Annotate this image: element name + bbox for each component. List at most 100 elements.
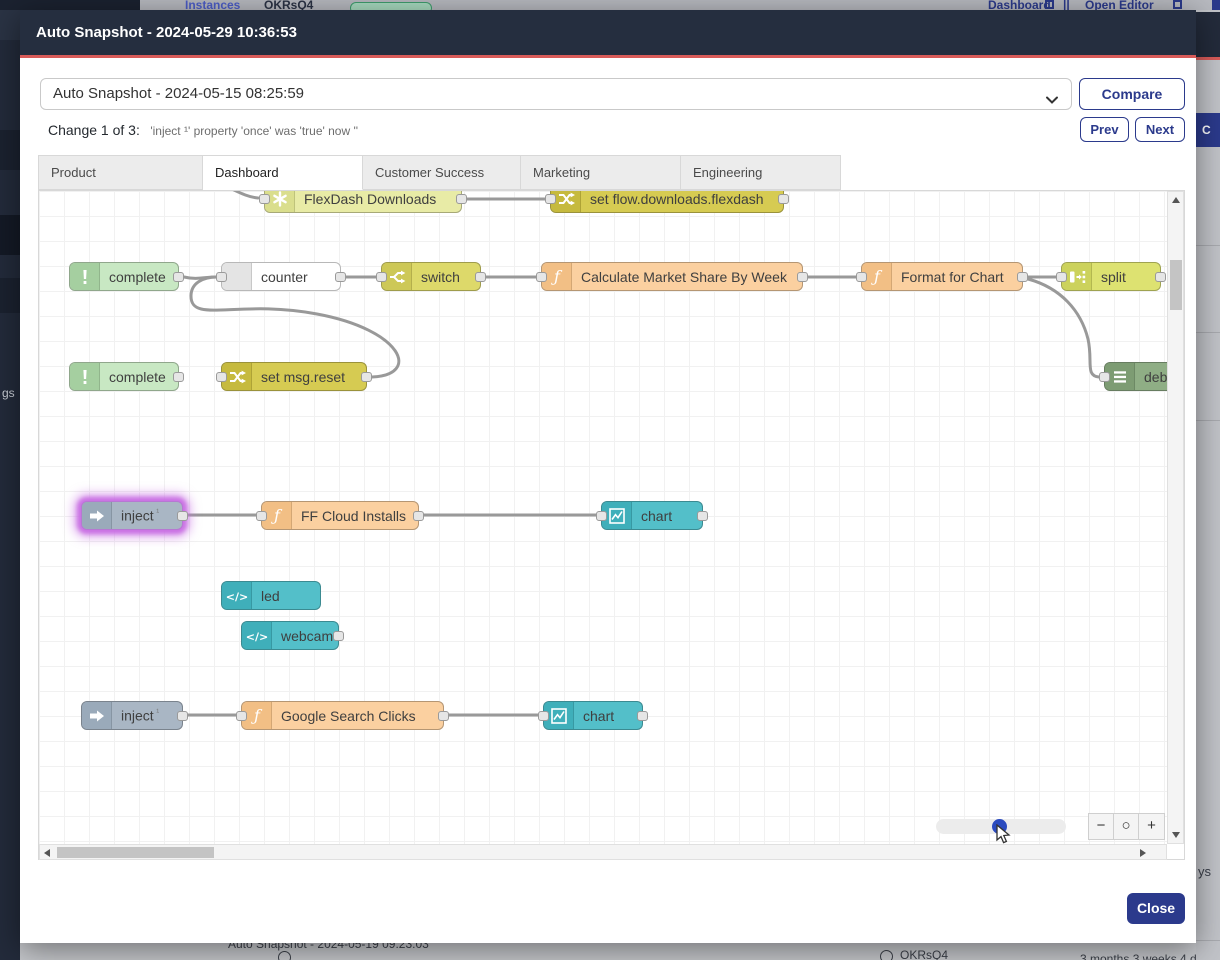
zoom-slider-thumb[interactable]	[992, 819, 1007, 834]
change-summary: Change 1 of 3: 'inject ¹' property 'once…	[48, 122, 358, 142]
node-inject1[interactable]: inject ¹	[81, 501, 183, 530]
input-port[interactable]	[236, 711, 247, 721]
zoom-slider[interactable]	[936, 819, 1066, 834]
output-port[interactable]	[697, 511, 708, 521]
output-port[interactable]	[637, 711, 648, 721]
row-divider	[1196, 420, 1220, 421]
node-counter[interactable]: counter	[221, 262, 341, 291]
input-port[interactable]	[259, 194, 270, 204]
input-port[interactable]	[216, 372, 227, 382]
node-label: set flow.downloads.flexdash	[581, 191, 764, 207]
tab-marketing[interactable]: Marketing	[521, 155, 681, 190]
node-label: Format for Chart	[892, 269, 1004, 285]
node-label: Calculate Market Share By Week	[572, 269, 787, 285]
output-port[interactable]	[173, 272, 184, 282]
output-port[interactable]	[797, 272, 808, 282]
node-calc[interactable]: ƒCalculate Market Share By Week	[541, 262, 803, 291]
vertical-scroll-thumb[interactable]	[1170, 260, 1182, 310]
close-button[interactable]: Close	[1127, 893, 1185, 924]
output-port[interactable]	[413, 511, 424, 521]
output-port[interactable]	[177, 511, 188, 521]
compare-button[interactable]: Compare	[1079, 78, 1185, 110]
scroll-up-arrow-icon[interactable]	[1172, 197, 1180, 203]
node-label: split	[1092, 269, 1126, 285]
output-port[interactable]	[1155, 272, 1166, 282]
svg-text:</>: </>	[246, 630, 268, 643]
input-port[interactable]	[856, 272, 867, 282]
node-complete1[interactable]: complete	[69, 262, 179, 291]
svg-text:ƒ: ƒ	[271, 506, 283, 525]
input-port[interactable]	[216, 272, 227, 282]
flow-canvas[interactable]: FlexDash Downloads set flow.downloads.fle…	[39, 191, 1167, 844]
zoom-out-button[interactable]: −	[1089, 814, 1114, 839]
node-format[interactable]: ƒFormat for Chart	[861, 262, 1023, 291]
dashboard-link[interactable]: Dashboard	[988, 0, 1051, 10]
next-change-button[interactable]: Next	[1135, 117, 1185, 142]
output-port[interactable]	[173, 372, 184, 382]
prev-change-button[interactable]: Prev	[1080, 117, 1129, 142]
output-port[interactable]	[361, 372, 372, 382]
output-port[interactable]	[456, 194, 467, 204]
node-setreset[interactable]: set msg.reset	[221, 362, 367, 391]
inject-arrow-icon	[82, 502, 112, 529]
wire-format-to-debug	[1028, 279, 1099, 377]
output-port[interactable]	[475, 272, 486, 282]
node-inject2[interactable]: inject ¹	[81, 701, 183, 730]
node-setflow[interactable]: set flow.downloads.flexdash	[550, 191, 784, 213]
canvas-horizontal-scrollbar[interactable]	[39, 844, 1167, 860]
breadcrumb-instances[interactable]: Instances	[185, 0, 240, 10]
node-chart1[interactable]: chart	[601, 501, 703, 530]
change-detail-text: 'inject ¹' property 'once' was 'true' no…	[150, 124, 358, 138]
output-port[interactable]	[438, 711, 449, 721]
wire-complete1-to-counter	[184, 277, 216, 278]
input-port[interactable]	[1056, 272, 1067, 282]
node-flexdash[interactable]: FlexDash Downloads	[264, 191, 462, 213]
input-port[interactable]	[256, 511, 267, 521]
output-port[interactable]	[778, 194, 789, 204]
tab-customer-success[interactable]: Customer Success	[363, 155, 521, 190]
scroll-left-arrow-icon[interactable]	[44, 849, 50, 857]
snapshot-list-item[interactable]: Auto Snapshot - 2024-05-19 09:23:03	[228, 943, 429, 951]
tab-product[interactable]: Product	[38, 155, 203, 190]
node-debug[interactable]: debug	[1104, 362, 1167, 391]
input-port[interactable]	[545, 194, 556, 204]
input-port[interactable]	[1099, 372, 1110, 382]
node-webcam[interactable]: </>webcam	[241, 621, 339, 650]
sidebar-block	[0, 278, 20, 313]
output-port[interactable]	[177, 711, 188, 721]
snapshot-select[interactable]: Auto Snapshot - 2024-05-15 08:25:59	[40, 78, 1072, 110]
node-chart2[interactable]: chart	[543, 701, 643, 730]
background-snapshot-list: Auto Snapshot - 2024-05-19 09:23:03 OKRs…	[20, 943, 1196, 960]
horizontal-scroll-thumb[interactable]	[57, 847, 214, 858]
external-link-icon	[1173, 0, 1182, 9]
output-port[interactable]	[335, 272, 346, 282]
zoom-reset-button[interactable]: ○	[1114, 814, 1139, 839]
scroll-right-arrow-icon[interactable]	[1140, 849, 1146, 857]
node-complete2[interactable]: complete	[69, 362, 179, 391]
input-port[interactable]	[376, 272, 387, 282]
node-split[interactable]: split	[1061, 262, 1161, 291]
tab-dashboard[interactable]: Dashboard	[203, 155, 363, 190]
node-label: inject ¹	[112, 707, 159, 724]
input-port[interactable]	[538, 711, 549, 721]
code-icon: </>	[222, 582, 252, 609]
output-port[interactable]	[333, 631, 344, 641]
open-editor-link[interactable]: Open Editor	[1085, 0, 1154, 10]
node-ffcloud[interactable]: ƒFF Cloud Installs	[261, 501, 419, 530]
input-port[interactable]	[536, 272, 547, 282]
node-switch[interactable]: switch	[381, 262, 481, 291]
tab-engineering[interactable]: Engineering	[681, 155, 841, 190]
input-port[interactable]	[596, 511, 607, 521]
node-gsc[interactable]: ƒGoogle Search Clicks	[241, 701, 444, 730]
zoom-button-group: − ○ +	[1088, 813, 1165, 840]
scroll-down-arrow-icon[interactable]	[1172, 832, 1180, 838]
output-port[interactable]	[1017, 272, 1028, 282]
node-led[interactable]: </>led	[221, 581, 321, 610]
node-label: inject ¹	[112, 507, 159, 524]
compare-button-clipped[interactable]: C	[1196, 113, 1220, 147]
chevron-down-icon	[1045, 88, 1059, 118]
zoom-in-button[interactable]: +	[1139, 814, 1164, 839]
code-icon: </>	[242, 622, 272, 649]
sidebar-label-clipped[interactable]: gs	[2, 386, 15, 400]
canvas-vertical-scrollbar[interactable]	[1167, 191, 1184, 844]
